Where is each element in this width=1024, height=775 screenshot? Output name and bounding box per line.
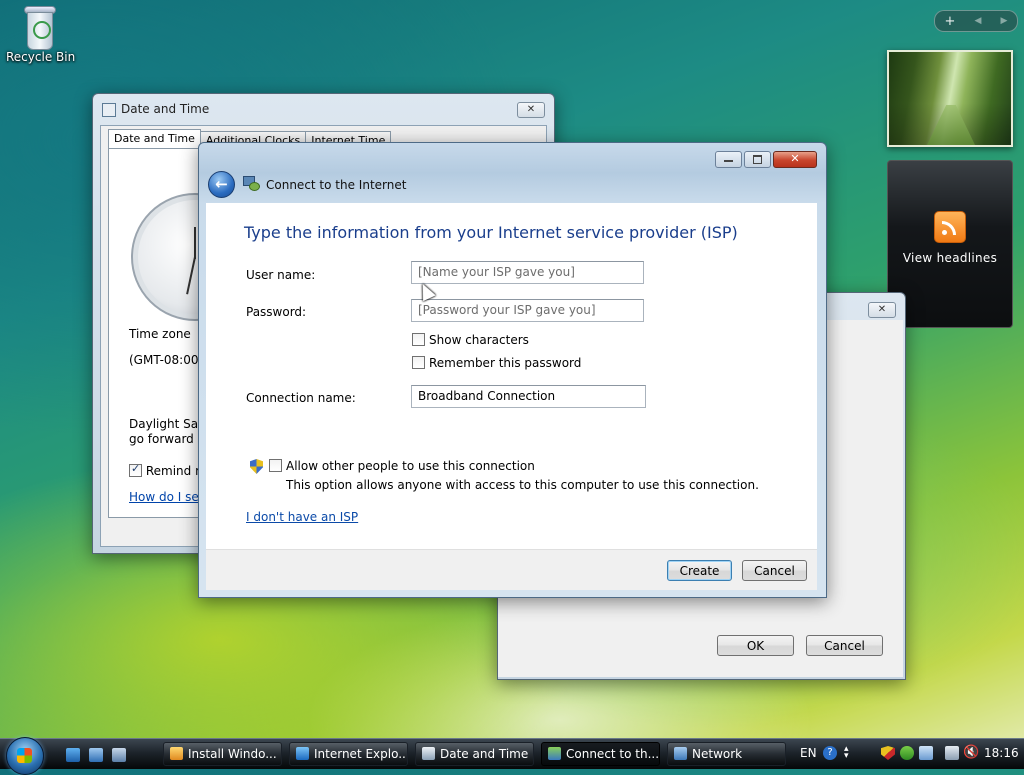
remind-checkbox[interactable]	[129, 462, 142, 477]
security-center-shield-icon[interactable]	[881, 746, 895, 760]
show-characters-row[interactable]: Show characters	[412, 333, 529, 347]
windows-defender-icon[interactable]	[900, 746, 914, 760]
quick-launch-switch-windows-icon[interactable]	[112, 748, 126, 762]
feed-headlines-label: View headlines	[902, 251, 998, 265]
dst-notice-line1: Daylight Savi	[129, 417, 209, 431]
network-tray-icon[interactable]	[919, 746, 933, 760]
date-time-close-button[interactable]: ✕	[517, 102, 545, 118]
network-icon	[548, 747, 561, 760]
remember-password-checkbox[interactable]	[412, 356, 425, 369]
quick-launch-ie-icon[interactable]	[66, 748, 80, 762]
taskbar: Install Windo... Internet Explo... Date …	[0, 737, 1024, 775]
recycle-bin-desktop-icon[interactable]: Recycle Bin	[6, 4, 75, 64]
taskbar-button-label: Date and Time	[440, 747, 529, 761]
slideshow-gadget[interactable]	[887, 50, 1013, 147]
taskbar-button-label: Install Windo...	[188, 747, 277, 761]
sidebar-next-button[interactable]: ▶	[1001, 16, 1008, 26]
network-connection-icon	[243, 176, 260, 191]
user-name-label: User name:	[246, 268, 316, 282]
user-name-input[interactable]: [Name your ISP gave you]	[411, 261, 644, 284]
network-status-icon[interactable]	[945, 746, 959, 760]
taskbar-button-internet-explorer[interactable]: Internet Explo...	[289, 742, 408, 766]
network-folder-icon	[674, 747, 687, 760]
password-label: Password:	[246, 305, 307, 319]
show-characters-checkbox[interactable]	[412, 333, 425, 346]
show-characters-label: Show characters	[429, 333, 529, 347]
connect-to-internet-window: ← Connect to the Internet Type the infor…	[198, 142, 827, 598]
taskbar-button-date-and-time[interactable]: Date and Time	[415, 742, 534, 766]
window-controls	[715, 151, 817, 168]
allow-others-description: This option allows anyone with access to…	[286, 478, 759, 492]
cancel-button[interactable]: Cancel	[742, 560, 807, 581]
quick-launch-show-desktop-icon[interactable]	[89, 748, 103, 762]
connect-footer: Create Cancel	[206, 549, 817, 590]
form-heading: Type the information from your Internet …	[244, 223, 738, 242]
connect-window-title: Connect to the Internet	[266, 178, 407, 192]
language-bar-options-icon[interactable]: ▴ ▾	[844, 745, 854, 761]
connection-name-label: Connection name:	[246, 391, 356, 405]
taskbar-button-label: Network	[692, 747, 743, 761]
sidebar-prev-button[interactable]: ◀	[975, 16, 982, 26]
taskbar-button-install-windows[interactable]: Install Windo...	[163, 742, 282, 766]
remind-checkbox-row[interactable]: Remind m	[129, 462, 207, 478]
uac-shield-icon	[250, 459, 263, 474]
how-do-i-set-link[interactable]: How do I set	[129, 490, 203, 504]
maximize-button[interactable]	[744, 151, 771, 168]
minimize-button[interactable]	[715, 151, 742, 168]
recycle-bin-icon	[22, 4, 56, 50]
system-clock[interactable]: 18:16	[984, 746, 1019, 760]
allow-others-label: Allow other people to use this connectio…	[286, 459, 535, 473]
allow-others-checkbox[interactable]	[269, 459, 282, 472]
taskbar-button-connect-to-internet[interactable]: Connect to th...	[541, 742, 660, 766]
remember-password-row[interactable]: Remember this password	[412, 356, 581, 370]
back-arrow-button[interactable]: ←	[208, 171, 235, 198]
start-button[interactable]	[6, 737, 44, 775]
dst-notice-line2: go forward 1	[129, 432, 206, 446]
clock-dialog-close-button[interactable]: ✕	[868, 302, 896, 318]
taskbar-button-label: Connect to th...	[566, 747, 660, 761]
connect-form: Type the information from your Internet …	[206, 203, 817, 549]
remember-password-label: Remember this password	[429, 356, 582, 370]
taskbar-button-label: Internet Explo...	[314, 747, 408, 761]
taskbar-button-network[interactable]: Network	[667, 742, 786, 766]
language-indicator[interactable]: EN	[800, 746, 817, 760]
sidebar-controls: + ◀ ▶	[934, 10, 1018, 32]
date-time-window-icon	[102, 103, 116, 117]
setup-icon	[170, 747, 183, 760]
ie-icon	[296, 747, 309, 760]
date-time-window-title: Date and Time	[121, 102, 210, 116]
create-button[interactable]: Create	[667, 560, 732, 581]
allow-others-row[interactable]: Allow other people to use this connectio…	[269, 459, 535, 473]
rss-feed-icon	[934, 211, 966, 243]
volume-muted-icon[interactable]: 🔇	[963, 746, 979, 760]
help-icon[interactable]: ?	[823, 746, 837, 760]
password-input[interactable]: [Password your ISP gave you]	[411, 299, 644, 322]
close-button[interactable]	[773, 151, 817, 168]
no-isp-link[interactable]: I don't have an ISP	[246, 510, 358, 524]
sidebar-add-gadget-button[interactable]: +	[945, 14, 956, 29]
time-zone-label: Time zone	[129, 327, 191, 341]
clock-icon	[422, 747, 435, 760]
ok-button[interactable]: OK	[717, 635, 794, 656]
clock-cancel-button[interactable]: Cancel	[806, 635, 883, 656]
recycle-bin-label: Recycle Bin	[6, 50, 76, 64]
connection-name-input[interactable]: Broadband Connection	[411, 385, 646, 408]
